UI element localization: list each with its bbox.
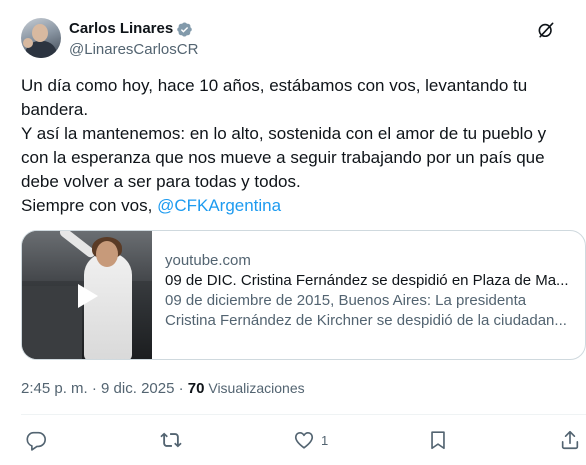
card-body: youtube.com 09 de DIC. Cristina Fernánde…: [165, 251, 575, 331]
bookmark-icon: [431, 431, 445, 450]
share-icon: [561, 430, 579, 450]
divider: [21, 414, 586, 415]
avatar-hand: [23, 38, 33, 48]
tweet-line: Un día como hoy, hace 10 años, estábamos…: [21, 76, 528, 95]
name-row: Carlos Linares: [69, 19, 198, 39]
tweet-text-prefix: Siempre con vos,: [21, 196, 158, 215]
play-icon[interactable]: [72, 281, 102, 311]
card-domain: youtube.com: [165, 252, 251, 269]
tweet-time[interactable]: 2:45 p. m.: [21, 380, 88, 397]
like-count: 1: [321, 432, 329, 448]
tweet-line: Y así la mantenemos: en lo alto, sosteni…: [21, 124, 547, 143]
card-description: 09 de diciembre de 2015, Buenos Aires: L…: [165, 292, 527, 309]
retweet-button[interactable]: [160, 428, 182, 452]
tweet-line: con la esperanza que nos mueve a seguir …: [21, 148, 545, 167]
author-display-name[interactable]: Carlos Linares: [69, 19, 173, 39]
reply-icon: [26, 431, 46, 451]
card-description: Cristina Fernández de Kirchner se despid…: [165, 312, 567, 329]
avatar[interactable]: [21, 18, 61, 58]
like-icon: [294, 432, 314, 449]
like-button[interactable]: 1: [293, 428, 328, 452]
thumbnail-head: [96, 241, 118, 267]
mention-link[interactable]: @CFKArgentina: [157, 196, 281, 215]
tweet-text: Un día como hoy, hace 10 años, estábamos…: [21, 74, 576, 218]
tweet-line: Siempre con vos, @CFKArgentina: [21, 194, 576, 218]
retweet-icon: [160, 432, 182, 448]
meta-separator: ·: [87, 380, 102, 397]
author-handle[interactable]: @LinaresCarlosCR: [69, 40, 198, 60]
video-thumbnail[interactable]: [22, 231, 152, 359]
tweet-line: debe volver a ser para todas y todos.: [21, 172, 301, 191]
card-title[interactable]: 09 de DIC. Cristina Fernández se despidi…: [165, 271, 575, 291]
tweet-header: Carlos Linares @LinaresCarlosCR: [21, 18, 570, 60]
reply-button[interactable]: [25, 428, 47, 452]
avatar-face: [32, 24, 48, 42]
action-bar: 1: [21, 428, 586, 452]
share-button[interactable]: [559, 428, 581, 452]
tweet-meta: 2:45 p. m. · 9 dic. 2025 · 70 Visualizac…: [21, 378, 305, 399]
bookmark-button[interactable]: [427, 428, 449, 452]
author-names: Carlos Linares @LinaresCarlosCR: [69, 19, 198, 60]
tweet-line: bandera.: [21, 100, 89, 119]
link-preview-card[interactable]: youtube.com 09 de DIC. Cristina Fernánde…: [21, 230, 586, 360]
grok-icon[interactable]: [536, 20, 556, 40]
views-label: Visualizaciones: [204, 380, 305, 396]
meta-separator: ·: [174, 380, 188, 397]
tweet-date[interactable]: 9 dic. 2025: [101, 380, 174, 397]
verified-badge-icon: [177, 21, 192, 37]
views-count: 70: [187, 380, 205, 397]
